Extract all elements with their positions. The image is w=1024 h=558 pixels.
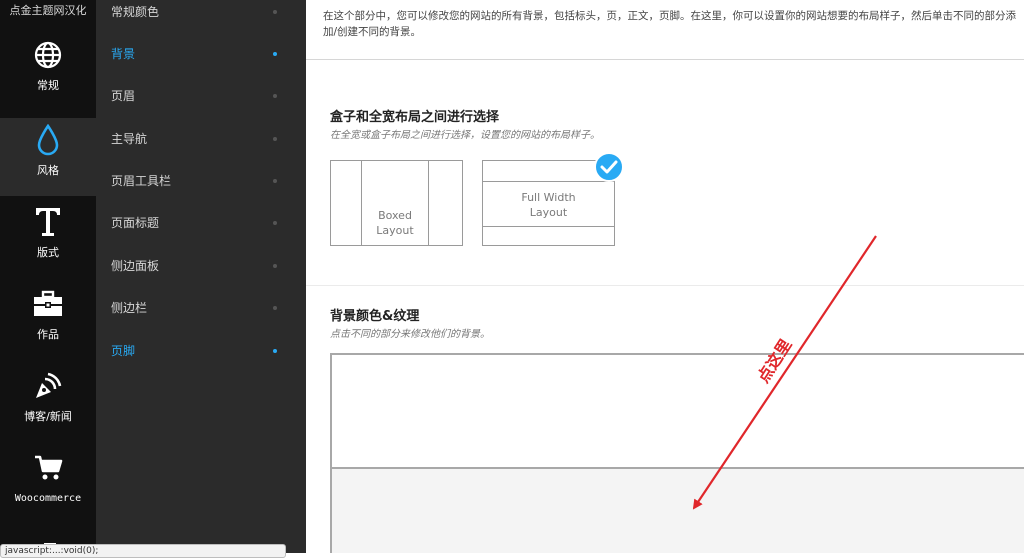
background-preview[interactable]: [330, 353, 1024, 553]
full-width-layout-label: Full Width Layout: [521, 191, 576, 219]
rail-label: 常规: [37, 79, 59, 92]
background-preview-body[interactable]: [332, 467, 1024, 553]
rail-item-portfolio[interactable]: 作品: [0, 282, 96, 360]
rail-item-blog[interactable]: 博客/新闻: [0, 364, 96, 442]
boxed-layout-label: Boxed Layout: [376, 209, 414, 237]
status-dot: [273, 306, 277, 310]
subnav-item-header[interactable]: 页眉: [96, 75, 306, 117]
selected-check-icon: [594, 152, 624, 182]
sub-panel: 常规颜色 背景 页眉 主导航 页眉工具栏 页面标题 侧边面板 侧边栏 页脚: [96, 0, 306, 553]
boxed-layout-option[interactable]: Boxed Layout: [330, 160, 463, 246]
status-dot: [273, 10, 277, 14]
rail-label: Woocommerce: [14, 493, 82, 504]
pen-nib-icon: [0, 370, 96, 402]
rail-item-general[interactable]: 常规: [0, 33, 96, 111]
subnav-item-footer[interactable]: 页脚: [96, 330, 306, 372]
status-dot: [273, 94, 277, 98]
main-content: 在这个部分中，您可以修改您的网站的所有背景，包括标头，页，正文，页脚。在这里，你…: [306, 0, 1024, 553]
globe-icon: [0, 39, 96, 71]
typography-icon: [0, 206, 96, 238]
boxed-right-line: [428, 161, 429, 245]
layout-section-desc: 在全宽或盒子布局之间进行选择，设置您的网站的布局样子。: [330, 130, 600, 141]
status-dot: [273, 349, 277, 353]
status-dot: [273, 264, 277, 268]
water-drop-icon: [0, 124, 96, 156]
rail-label: 博客/新闻: [24, 410, 72, 423]
status-dot: [273, 52, 277, 56]
rail-item-style[interactable]: 风格: [0, 118, 96, 196]
rail-label: 风格: [37, 164, 59, 177]
rail-item-typography[interactable]: 版式: [0, 200, 96, 278]
subnav-item-sidebar[interactable]: 侧边栏: [96, 287, 306, 329]
status-tooltip: javascript:...:void(0);: [0, 544, 286, 558]
subnav-item-background[interactable]: 背景: [96, 33, 306, 75]
divider: [306, 59, 1024, 60]
intro-text: 在这个部分中，您可以修改您的网站的所有背景，包括标头，页，正文，页脚。在这里，你…: [323, 10, 1016, 38]
bg-section-desc: 点击不同的部分来修改他们的背景。: [330, 329, 490, 340]
subnav-item-side-panel[interactable]: 侧边面板: [96, 245, 306, 287]
rail-label: 版式: [37, 246, 59, 259]
brand-title: 点金主题网汉化: [9, 4, 87, 17]
status-dot: [273, 221, 277, 225]
bg-section-title: 背景颜色&纹理: [330, 309, 420, 324]
status-dot: [273, 137, 277, 141]
rail-label: 作品: [37, 328, 59, 341]
status-dot: [273, 179, 277, 183]
divider: [306, 285, 1024, 286]
subnav-item-main-nav[interactable]: 主导航: [96, 118, 306, 160]
layout-section-title: 盒子和全宽布局之间进行选择: [330, 110, 500, 125]
fw-bottom-line: [483, 226, 614, 227]
subnav-item-header-toolbar[interactable]: 页眉工具栏: [96, 160, 306, 202]
cart-icon: [0, 452, 96, 484]
subnav-item-general-colors[interactable]: 常规颜色: [96, 0, 306, 33]
icon-rail: 点金主题网汉化 常规 风格 版式 作品 博客/新闻 Woocommerce: [0, 0, 96, 553]
rail-item-woocommerce[interactable]: Woocommerce: [0, 446, 96, 524]
briefcase-icon: [0, 288, 96, 320]
subnav-item-page-title[interactable]: 页面标题: [96, 202, 306, 244]
